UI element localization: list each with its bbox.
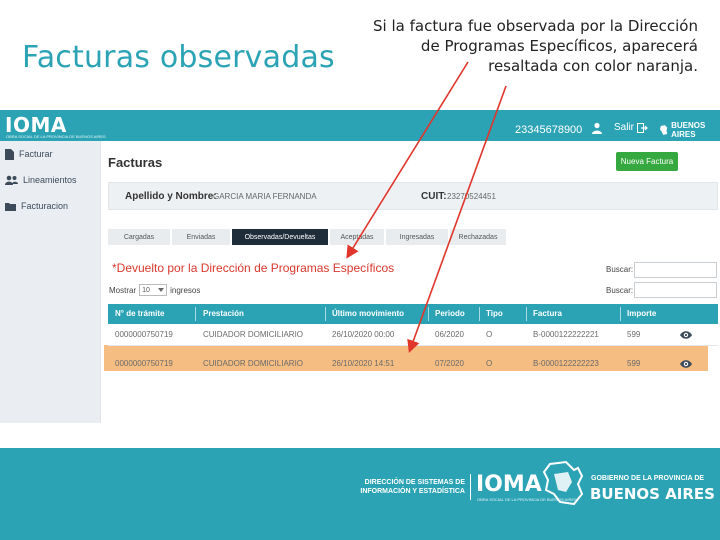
cell-tipo: O: [486, 359, 493, 368]
footer-direction-line: INFORMACIÓN Y ESTADÍSTICA: [360, 488, 465, 495]
province-map-icon: [660, 125, 668, 135]
cell-importe: 599: [627, 359, 641, 368]
page-size-control: Mostrar 10 ingresos: [109, 284, 200, 296]
cell-prestacion: CUIDADOR DOMICILIARIO: [203, 330, 304, 339]
footer-gov-line: GOBIERNO DE LA PROVINCIA DE: [591, 475, 705, 482]
search-label: Buscar:: [606, 265, 634, 274]
new-invoice-button[interactable]: Nueva Factura: [616, 152, 678, 171]
table-row[interactable]: 0000000750719 CUIDADOR DOMICILIARIO 26/1…: [108, 354, 718, 374]
cell-tipo: O: [486, 330, 493, 339]
column-header[interactable]: Último movimiento: [332, 304, 404, 324]
cell-factura: B-0000122222221: [533, 330, 599, 339]
tab-cargadas[interactable]: Cargadas: [108, 229, 170, 245]
footer: DIRECCIÓN DE SISTEMAS DE INFORMACIÓN Y E…: [0, 448, 720, 540]
column-header[interactable]: Importe: [627, 304, 656, 324]
cell-importe: 599: [627, 330, 641, 339]
invoices-table: N° de trámite Prestación Último movimien…: [108, 304, 718, 374]
cell-ultimo-movimiento: 26/10/2020 00:00: [332, 330, 395, 339]
tab-enviadas[interactable]: Enviadas: [172, 229, 230, 245]
cell-periodo: 07/2020: [435, 359, 464, 368]
user-id: 23345678900: [515, 124, 583, 136]
page-title: Facturas: [108, 155, 163, 170]
tab-rechazadas[interactable]: Rechazadas: [450, 229, 506, 245]
chevron-down-icon: [158, 288, 165, 292]
page-size-select[interactable]: 10: [139, 284, 168, 296]
name-label: Apellido y Nombre:: [125, 191, 217, 202]
column-header[interactable]: Periodo: [435, 304, 465, 324]
slide: Facturas observadas Si la factura fue ob…: [0, 0, 720, 540]
cuit-label: CUIT:: [421, 191, 447, 202]
tab-observadas-devueltas[interactable]: Observadas/Devueltas: [232, 229, 328, 245]
footer-gov-main: BUENOS AIRES: [590, 485, 715, 503]
slide-title: Facturas observadas: [22, 40, 335, 75]
table-row[interactable]: 0000000750719 CUIDADOR DOMICILIARIO 26/1…: [108, 324, 718, 346]
cell-tramite: 0000000750719: [115, 359, 173, 368]
logout-label: Salir: [614, 122, 635, 133]
file-icon: [5, 148, 14, 160]
returned-notice: *Devuelto por la Dirección de Programas …: [112, 261, 395, 275]
tab-aceptadas[interactable]: Aceptadas: [330, 229, 384, 245]
sidebar-item-label: Facturacion: [21, 201, 69, 211]
column-header[interactable]: Prestación: [203, 304, 244, 324]
user-icon[interactable]: [591, 122, 603, 134]
tab-ingresadas[interactable]: Ingresadas: [386, 229, 448, 245]
footer-direction: DIRECCIÓN DE SISTEMAS DE INFORMACIÓN Y E…: [355, 478, 465, 496]
buenos-aires-text: BUENOS AIRES: [671, 121, 706, 139]
search-input[interactable]: [634, 262, 717, 278]
province-emblem-icon: [542, 460, 584, 506]
search-label-secondary: Buscar:: [606, 286, 634, 295]
search-input-secondary[interactable]: [634, 282, 717, 298]
users-icon: [5, 175, 18, 185]
buenos-aires-logo: BUENOS AIRES: [660, 121, 720, 139]
annotation-note: Si la factura fue observada por la Direc…: [373, 17, 698, 75]
show-suffix: ingresos: [170, 285, 201, 295]
status-tabs: Cargadas Enviadas Observadas/Devueltas A…: [108, 229, 508, 245]
eye-icon[interactable]: [680, 330, 692, 340]
sidebar-item-lineamientos[interactable]: Lineamientos: [5, 173, 77, 187]
cell-tramite: 0000000750719: [115, 330, 173, 339]
cell-prestacion: CUIDADOR DOMICILIARIO: [203, 359, 304, 368]
logout-icon: [637, 122, 648, 133]
affiliate-info: Apellido y Nombre: GARCIA MARIA FERNANDA…: [108, 182, 718, 210]
cuit-value: 23270524451: [447, 192, 496, 201]
ioma-logo-subtitle: OBRA SOCIAL DE LA PROVINCIA DE BUENOS AI…: [6, 134, 106, 139]
sidebar-item-label: Lineamientos: [23, 175, 77, 185]
table-header: N° de trámite Prestación Último movimien…: [108, 304, 718, 324]
eye-icon[interactable]: [680, 359, 692, 369]
column-header[interactable]: Tipo: [486, 304, 503, 324]
show-label: Mostrar: [109, 285, 137, 295]
sidebar-item-facturacion[interactable]: Facturacion: [5, 199, 68, 213]
logout-button[interactable]: Salir: [614, 122, 648, 133]
footer-ioma-logo: IOMA: [476, 472, 542, 497]
sidebar-item-facturar[interactable]: Facturar: [5, 147, 53, 161]
cell-factura: B-0000122222223: [533, 359, 599, 368]
name-value: GARCIA MARIA FERNANDA: [213, 192, 317, 201]
sidebar-item-label: Facturar: [19, 149, 53, 159]
page-size-value: 10: [142, 286, 150, 294]
folder-icon: [5, 202, 16, 211]
cell-ultimo-movimiento: 26/10/2020 14:51: [332, 359, 395, 368]
cell-periodo: 06/2020: [435, 330, 464, 339]
footer-divider: [470, 474, 471, 500]
app-topbar: IOMA OBRA SOCIAL DE LA PROVINCIA DE BUEN…: [0, 110, 720, 141]
footer-direction-line: DIRECCIÓN DE SISTEMAS DE: [364, 479, 465, 486]
column-header[interactable]: N° de trámite: [115, 304, 164, 324]
column-header[interactable]: Factura: [533, 304, 562, 324]
